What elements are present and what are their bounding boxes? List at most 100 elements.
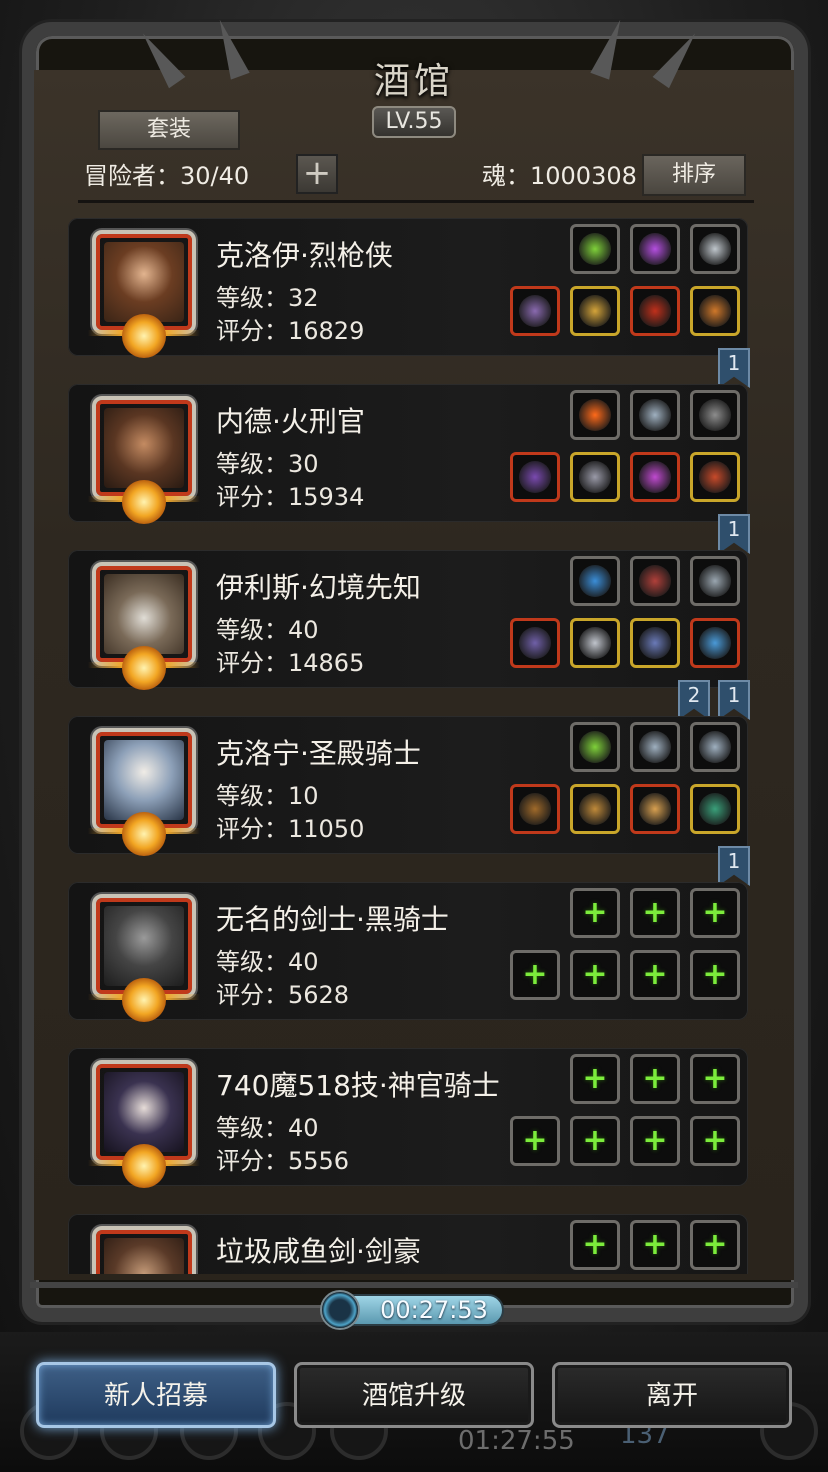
hero-score: 评分：14865 — [216, 649, 365, 677]
add-equipment-icon: + — [582, 1061, 608, 1096]
add-slot-button[interactable]: + — [296, 154, 338, 194]
equip-slot[interactable] — [570, 618, 620, 668]
equip-slot[interactable] — [510, 784, 560, 834]
equipment-icon — [579, 399, 611, 431]
add-equipment-icon: + — [702, 895, 728, 930]
sort-button[interactable]: 排序 — [642, 154, 746, 196]
equipment-icon — [579, 233, 611, 265]
hero-card[interactable]: 克洛伊·烈枪侠 等级：32 评分：16829 — [68, 218, 748, 358]
rank-emblem-icon — [122, 812, 166, 856]
empty-equip-slot[interactable]: + — [510, 950, 560, 1000]
equipment-icon — [519, 793, 551, 825]
equip-slot[interactable] — [570, 224, 620, 274]
empty-equip-slot[interactable]: + — [570, 1220, 620, 1270]
hero-level: 等级：32 — [216, 284, 319, 312]
empty-equip-slot[interactable]: + — [690, 1054, 740, 1104]
emblem-wing — [88, 1160, 124, 1166]
equip-slot[interactable] — [570, 286, 620, 336]
hero-card[interactable]: 伊利斯·幻境先知 等级：40 评分：14865 — [68, 550, 748, 690]
equipment-icon — [519, 627, 551, 659]
hero-list[interactable]: 克洛伊·烈枪侠 等级：32 评分：16829 1 内德·火刑官 等级：30 评分：15934… — [60, 210, 760, 1274]
empty-equip-slot[interactable]: + — [570, 1116, 620, 1166]
equip-slot[interactable] — [630, 556, 680, 606]
add-equipment-icon: + — [702, 957, 728, 992]
adventurer-count: 冒险者：30/40 — [84, 162, 250, 190]
hero-portrait[interactable] — [92, 1226, 196, 1274]
hero-name: 克洛宁·圣殿骑士 — [216, 737, 421, 770]
hero-level: 等级：30 — [216, 450, 319, 478]
set-button[interactable]: 套装 — [98, 110, 240, 150]
equip-slot[interactable] — [510, 618, 560, 668]
equip-slot[interactable] — [570, 452, 620, 502]
equipment-icon — [579, 461, 611, 493]
hero-name: 740魔518技·神官骑士 — [216, 1069, 500, 1102]
equipment-icon — [639, 233, 671, 265]
equipment-icon — [519, 295, 551, 327]
rank-emblem-icon — [122, 978, 166, 1022]
equip-slot[interactable] — [510, 286, 560, 336]
leave-button[interactable]: 离开 — [552, 1362, 792, 1428]
hero-name: 克洛伊·烈枪侠 — [216, 239, 393, 272]
equip-slot[interactable] — [690, 618, 740, 668]
empty-equip-slot[interactable]: + — [630, 888, 680, 938]
equip-slot[interactable] — [690, 452, 740, 502]
hero-name: 垃圾咸鱼剑·剑豪 — [216, 1235, 421, 1268]
equip-slot[interactable] — [690, 722, 740, 772]
soul-count: 魂：1000308 — [482, 162, 637, 190]
emblem-wing — [164, 994, 200, 1000]
equip-slot[interactable] — [630, 286, 680, 336]
hero-face — [104, 1238, 184, 1274]
add-equipment-icon: + — [582, 895, 608, 930]
upgrade-tavern-button[interactable]: 酒馆升级 — [294, 1362, 534, 1428]
empty-equip-slot[interactable]: + — [690, 1220, 740, 1270]
hero-card[interactable]: 740魔518技·神官骑士 等级：40 评分：5556 + + + + + + + — [68, 1048, 748, 1188]
recruit-button[interactable]: 新人招募 — [36, 1362, 276, 1428]
equipment-icon — [579, 731, 611, 763]
hero-card[interactable]: 无名的剑士·黑骑士 等级：40 评分：5628 + + + + + + + — [68, 882, 748, 1022]
hero-level: 等级：40 — [216, 948, 319, 976]
equip-slot[interactable] — [570, 556, 620, 606]
empty-equip-slot[interactable]: + — [690, 950, 740, 1000]
level-bookmark-badge: 2 — [678, 680, 710, 720]
equipment-icon — [579, 565, 611, 597]
equip-slot[interactable] — [570, 722, 620, 772]
equipment-icon — [699, 295, 731, 327]
equip-slot[interactable] — [570, 784, 620, 834]
empty-equip-slot[interactable]: + — [630, 1054, 680, 1104]
equipment-icon — [639, 565, 671, 597]
hero-level: 等级：10 — [216, 782, 319, 810]
equip-slot[interactable] — [630, 224, 680, 274]
hero-card[interactable]: 垃圾咸鱼剑·剑豪 + + + — [68, 1214, 748, 1274]
hero-card[interactable]: 克洛宁·圣殿骑士 等级：10 评分：11050 — [68, 716, 748, 856]
hero-score: 评分：5556 — [216, 1147, 350, 1175]
emblem-wing — [88, 994, 124, 1000]
equip-slot[interactable] — [630, 618, 680, 668]
equip-slot[interactable] — [510, 452, 560, 502]
equip-slot[interactable] — [630, 452, 680, 502]
equip-slot[interactable] — [690, 556, 740, 606]
hero-card[interactable]: 内德·火刑官 等级：30 评分：15934 — [68, 384, 748, 524]
equip-slot[interactable] — [570, 390, 620, 440]
empty-equip-slot[interactable]: + — [570, 1054, 620, 1104]
equip-slot[interactable] — [630, 390, 680, 440]
equip-slot[interactable] — [630, 784, 680, 834]
equip-slot[interactable] — [690, 390, 740, 440]
empty-equip-slot[interactable]: + — [570, 950, 620, 1000]
empty-equip-slot[interactable]: + — [690, 1116, 740, 1166]
hero-face — [104, 574, 184, 654]
empty-equip-slot[interactable]: + — [690, 888, 740, 938]
empty-equip-slot[interactable]: + — [630, 1220, 680, 1270]
equip-slot[interactable] — [690, 784, 740, 834]
equipment-icon — [699, 627, 731, 659]
level-bookmark-badge: 1 — [718, 846, 750, 886]
equip-slot[interactable] — [690, 224, 740, 274]
empty-equip-slot[interactable]: + — [570, 888, 620, 938]
equip-slot[interactable] — [690, 286, 740, 336]
add-equipment-icon: + — [582, 1227, 608, 1262]
hero-face — [104, 906, 184, 986]
empty-equip-slot[interactable]: + — [510, 1116, 560, 1166]
empty-equip-slot[interactable]: + — [630, 1116, 680, 1166]
empty-equip-slot[interactable]: + — [630, 950, 680, 1000]
equip-slot[interactable] — [630, 722, 680, 772]
hero-face — [104, 408, 184, 488]
